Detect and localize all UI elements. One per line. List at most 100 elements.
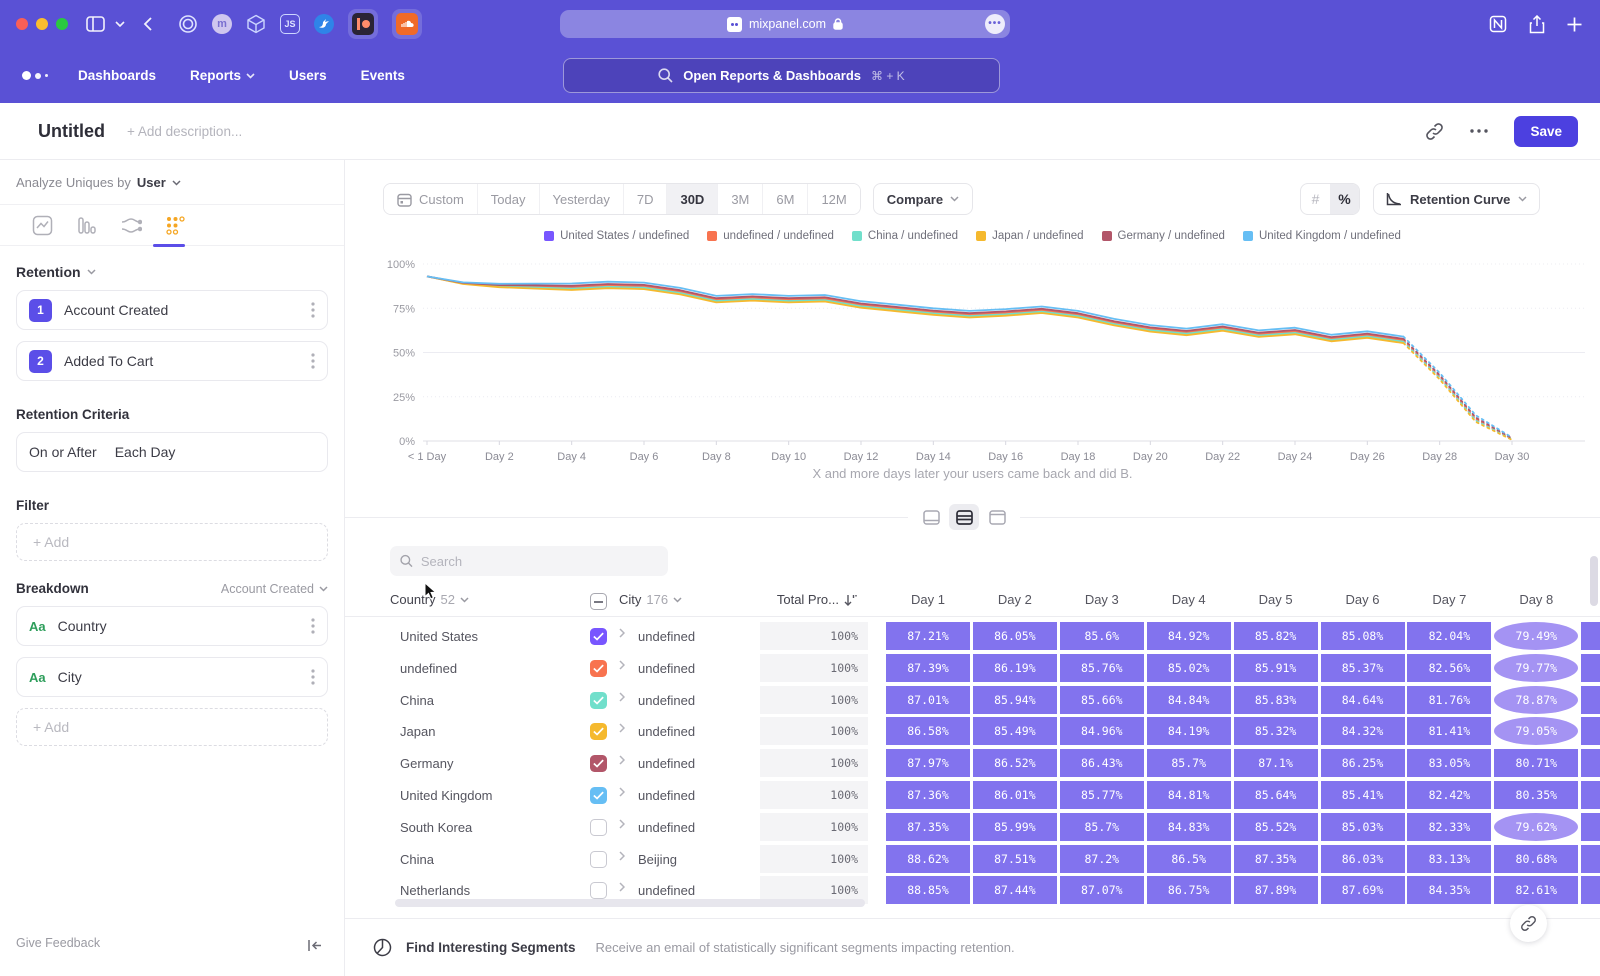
- range-12m[interactable]: 12M: [808, 184, 859, 214]
- chevron-down-icon[interactable]: [115, 21, 125, 27]
- save-button[interactable]: Save: [1514, 116, 1578, 147]
- retention-step-card[interactable]: 2Added To Cart: [16, 341, 328, 381]
- copy-link-icon[interactable]: [1425, 122, 1444, 141]
- sidebar-toggle-icon[interactable]: [86, 16, 105, 32]
- vertical-scrollbar[interactable]: [1590, 556, 1598, 606]
- range-30d[interactable]: 30D: [667, 184, 718, 214]
- legend-item[interactable]: China / undefined: [852, 230, 958, 242]
- tab-funnels[interactable]: [76, 215, 97, 236]
- row-checkbox[interactable]: [590, 660, 607, 677]
- breakdown-card[interactable]: AaCity: [16, 657, 328, 697]
- expand-row-icon[interactable]: [619, 851, 625, 861]
- expand-row-icon[interactable]: [619, 819, 625, 829]
- new-tab-icon[interactable]: [1567, 17, 1582, 32]
- city-column-header[interactable]: City 176: [619, 592, 682, 607]
- extension-ring-icon[interactable]: [178, 14, 198, 34]
- expand-row-icon[interactable]: [619, 882, 625, 892]
- range-6m[interactable]: 6M: [763, 184, 808, 214]
- table-search[interactable]: [390, 546, 668, 576]
- range-yesterday[interactable]: Yesterday: [540, 184, 624, 214]
- breakdown-property-label[interactable]: Country: [58, 618, 107, 634]
- row-checkbox[interactable]: [590, 755, 607, 772]
- minimize-window-button[interactable]: [36, 18, 48, 30]
- day-column-header[interactable]: Day 6: [1321, 592, 1405, 607]
- expand-row-icon[interactable]: [619, 723, 625, 733]
- tab-flows[interactable]: [120, 215, 142, 236]
- row-checkbox[interactable]: [590, 692, 607, 709]
- tab-retention[interactable]: [165, 215, 186, 236]
- range-3m[interactable]: 3M: [718, 184, 763, 214]
- expand-row-icon[interactable]: [619, 628, 625, 638]
- legend-item[interactable]: United Kingdom / undefined: [1243, 230, 1401, 242]
- extension-patreon-icon[interactable]: [348, 9, 378, 39]
- chart-type-select[interactable]: Retention Curve: [1373, 183, 1540, 215]
- footer-title[interactable]: Find Interesting Segments: [406, 940, 576, 955]
- day-column-header[interactable]: Day 3: [1060, 592, 1144, 607]
- url-options-icon[interactable]: •••: [985, 14, 1005, 34]
- url-bar[interactable]: mixpanel.com •••: [560, 10, 1010, 38]
- breakdown-property-label[interactable]: City: [58, 669, 82, 685]
- percent-values-toggle[interactable]: %: [1330, 184, 1359, 214]
- share-link-button[interactable]: [1510, 905, 1547, 942]
- row-checkbox[interactable]: [590, 628, 607, 645]
- view-table-only-button[interactable]: [982, 504, 1012, 530]
- view-split-button[interactable]: [949, 504, 979, 530]
- extension-m-icon[interactable]: m: [212, 14, 232, 34]
- legend-item[interactable]: Japan / undefined: [976, 230, 1083, 242]
- row-checkbox[interactable]: [590, 723, 607, 740]
- breakdown-event-select[interactable]: Account Created: [221, 582, 328, 596]
- range-today[interactable]: Today: [478, 184, 540, 214]
- expand-row-icon[interactable]: [619, 692, 625, 702]
- legend-item[interactable]: undefined / undefined: [707, 230, 834, 242]
- expand-row-icon[interactable]: [619, 787, 625, 797]
- row-checkbox[interactable]: [590, 819, 607, 836]
- back-icon[interactable]: [143, 17, 152, 31]
- breakdown-card[interactable]: AaCountry: [16, 606, 328, 646]
- select-all-checkbox[interactable]: [590, 593, 607, 610]
- day-column-header[interactable]: Day 8: [1494, 592, 1578, 607]
- notion-icon[interactable]: [1489, 15, 1507, 33]
- nav-item-events[interactable]: Events: [361, 68, 405, 83]
- share-icon[interactable]: [1529, 15, 1545, 34]
- extension-cube-icon[interactable]: [246, 14, 266, 34]
- add-filter-button[interactable]: + Add: [16, 523, 328, 561]
- breakdown-options-icon[interactable]: [311, 669, 315, 685]
- retention-line-chart[interactable]: 0%25%50%75%100%< 1 DayDay 2Day 4Day 6Day…: [345, 253, 1600, 465]
- step-options-icon[interactable]: [311, 302, 315, 318]
- collapse-sidebar-icon[interactable]: [307, 939, 322, 952]
- legend-item[interactable]: United States / undefined: [544, 230, 689, 242]
- absolute-values-toggle[interactable]: #: [1301, 184, 1330, 214]
- more-options-icon[interactable]: [1470, 129, 1488, 133]
- day-column-header[interactable]: Day 7: [1407, 592, 1491, 607]
- add-description[interactable]: + Add description...: [127, 124, 242, 139]
- row-checkbox[interactable]: [590, 882, 607, 899]
- add-breakdown-button[interactable]: + Add: [16, 708, 328, 746]
- analyze-entity-select[interactable]: User: [137, 175, 166, 190]
- maximize-window-button[interactable]: [56, 18, 68, 30]
- extension-js-icon[interactable]: JS: [280, 14, 300, 34]
- retention-section-label[interactable]: Retention: [16, 264, 81, 280]
- criteria-each-day[interactable]: Each Day: [115, 444, 176, 460]
- close-window-button[interactable]: [16, 18, 28, 30]
- mixpanel-logo[interactable]: [22, 71, 56, 80]
- compare-button[interactable]: Compare: [873, 183, 973, 215]
- row-checkbox[interactable]: [590, 787, 607, 804]
- row-checkbox[interactable]: [590, 851, 607, 868]
- table-search-input[interactable]: [421, 554, 658, 569]
- criteria-card[interactable]: On or After Each Day: [16, 432, 328, 472]
- step-options-icon[interactable]: [311, 353, 315, 369]
- give-feedback-link[interactable]: Give Feedback: [16, 936, 100, 950]
- criteria-on-or-after[interactable]: On or After: [29, 444, 97, 460]
- view-chart-only-button[interactable]: [916, 504, 946, 530]
- day-column-header[interactable]: Day 5: [1234, 592, 1318, 607]
- nav-item-dashboards[interactable]: Dashboards: [78, 68, 156, 83]
- step-event-label[interactable]: Account Created: [64, 302, 168, 318]
- step-event-label[interactable]: Added To Cart: [64, 353, 153, 369]
- day-column-header[interactable]: Day 4: [1147, 592, 1231, 607]
- range-custom[interactable]: Custom: [384, 184, 478, 214]
- expand-row-icon[interactable]: [619, 755, 625, 765]
- extension-soundcloud-icon[interactable]: [392, 9, 422, 39]
- global-search-button[interactable]: Open Reports & Dashboards ⌘ + K: [563, 58, 1000, 93]
- range-7d[interactable]: 7D: [624, 184, 668, 214]
- breakdown-options-icon[interactable]: [311, 618, 315, 634]
